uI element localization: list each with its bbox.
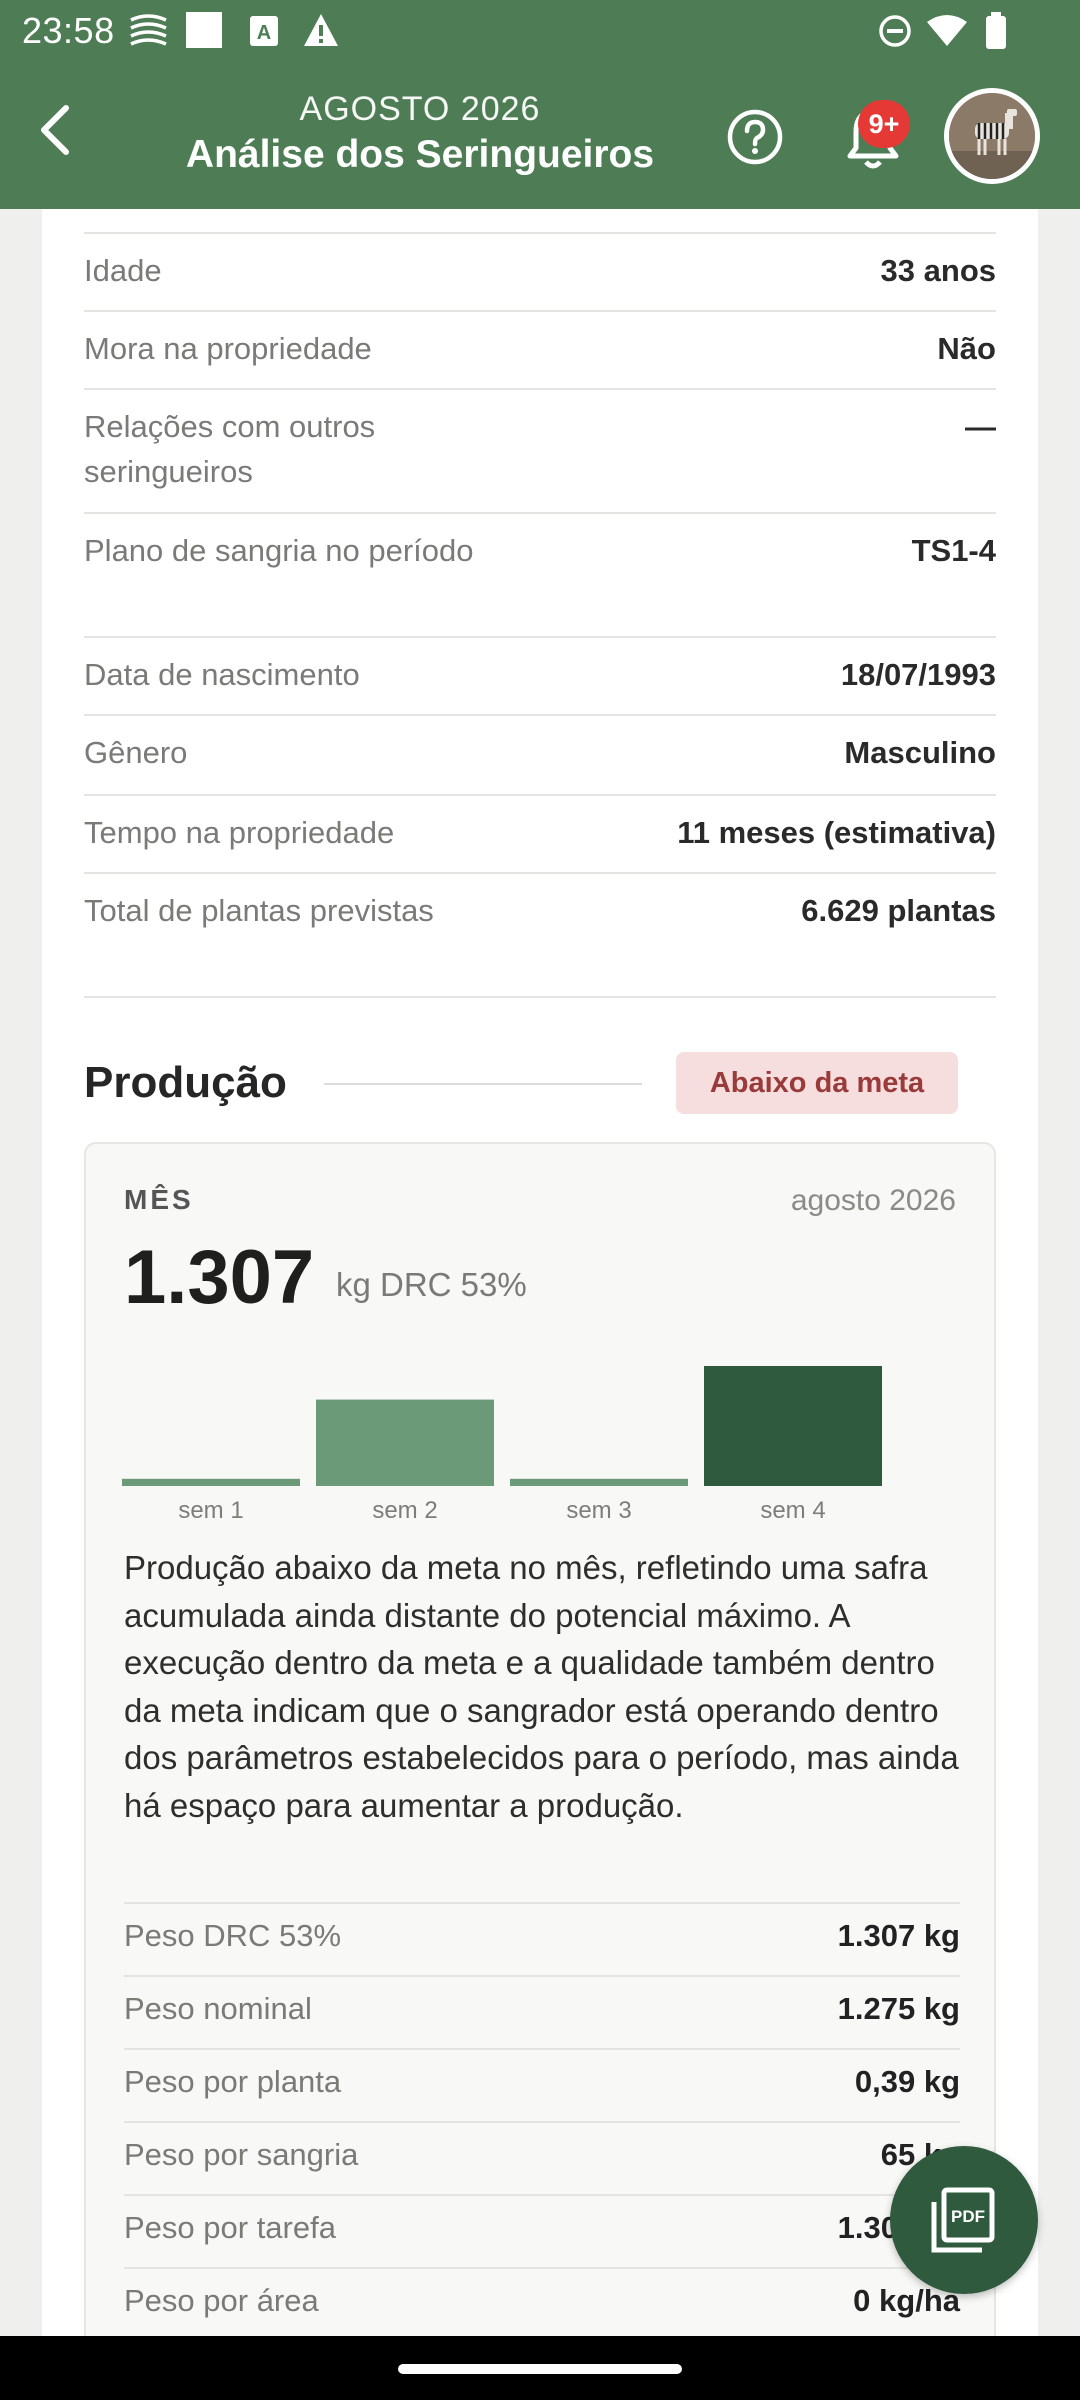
info-value: TS1-4 <box>911 533 996 568</box>
info-label: Plano de sangria no período <box>84 533 474 568</box>
section-title-producao: Produção <box>84 1058 287 1107</box>
metric-row: Peso nominal 1.275 kg <box>124 1975 960 2048</box>
info-value: Masculino <box>844 735 996 770</box>
back-arrow-icon[interactable] <box>22 94 94 166</box>
production-unit: kg DRC 53% <box>336 1266 527 1303</box>
status-bar: 23:58 A <box>0 0 1080 62</box>
info-value: — <box>965 409 996 444</box>
metric-value: 0,39 kg <box>854 2064 960 2099</box>
svg-text:A: A <box>257 22 271 44</box>
metric-value: 1.307 kg <box>837 1918 960 1953</box>
pdf-icon: PDF <box>931 2187 995 2253</box>
info-value: 11 meses (estimativa) <box>677 815 996 850</box>
weekly-production-chart: sem 1 sem 2 sem 3 sem 4 <box>122 1366 882 1524</box>
warning-icon <box>304 14 338 46</box>
wifi-icon <box>927 15 967 46</box>
production-description: Produção abaixo da meta no mês, refletin… <box>124 1549 959 1824</box>
metric-row: Peso DRC 53% 1.307 kg <box>124 1902 960 1975</box>
seringueiro-card: Idade 33 anos Mora na propriedade Não Re… <box>42 150 1038 2400</box>
info-label: Tempo na propriedade <box>84 815 395 850</box>
info-value: 18/07/1993 <box>840 657 996 692</box>
info-row-idade: Idade 33 anos <box>84 232 996 310</box>
info-label: Idade <box>84 253 162 288</box>
status-time: 23:58 <box>22 10 115 51</box>
production-summary-box: MÊS agosto 2026 1.307 kg DRC 53% sem 1 se… <box>84 1142 996 2400</box>
export-pdf-button[interactable]: PDF <box>890 2146 1038 2294</box>
chart-bar-sem-4 <box>704 1366 882 1486</box>
info-row-relacoes: Relações com outros seringueiros — <box>84 388 996 512</box>
status-badge: Abaixo da meta <box>676 1052 958 1114</box>
chart-bar-sem-3 <box>510 1478 688 1486</box>
info-row-genero: Gênero Masculino <box>84 714 996 794</box>
info-value: 6.629 plantas <box>801 893 996 928</box>
metric-label: Peso nominal <box>124 1991 312 2026</box>
info-row-plano-sangria: Plano de sangria no período TS1-4 <box>84 512 996 636</box>
metric-value: 1.275 kg <box>837 1991 960 2026</box>
help-icon[interactable] <box>726 108 784 166</box>
period-label: MÊS <box>124 1184 194 1215</box>
metric-row: Peso por sangria 65 kg <box>124 2121 960 2194</box>
metric-row: Peso por área 0 kg/ha <box>124 2267 960 2340</box>
info-label: Gênero <box>84 735 188 770</box>
chart-bar-sem-2 <box>316 1399 494 1486</box>
system-nav-bar <box>0 2336 1080 2400</box>
info-row-mora: Mora na propriedade Não <box>84 310 996 388</box>
user-avatar[interactable] <box>944 88 1040 184</box>
info-label: Data de nascimento <box>84 657 360 692</box>
info-value: 33 anos <box>880 253 996 288</box>
production-total: 1.307 <box>124 1235 315 1320</box>
app-bar: AGOSTO 2026 Análise dos Seringueiros 9+ <box>0 62 1080 209</box>
chart-x-tick-label: sem 1 <box>178 1497 243 1524</box>
chart-x-tick-label: sem 2 <box>372 1497 437 1524</box>
chart-x-tick-label: sem 4 <box>760 1497 825 1524</box>
period-value: agosto 2026 <box>790 1184 956 1217</box>
info-label: Total de plantas previstas <box>84 893 434 928</box>
metric-label: Peso por sangria <box>124 2137 359 2172</box>
translate-icon: A <box>250 16 278 46</box>
section-divider <box>324 1083 642 1085</box>
notification-badge: 9+ <box>858 100 910 148</box>
metric-label: Peso por área <box>124 2283 319 2318</box>
info-row-nascimento: Data de nascimento 18/07/1993 <box>84 636 996 714</box>
data-saver-icon <box>130 14 167 46</box>
metric-label: Peso por planta <box>124 2064 342 2099</box>
svg-text:PDF: PDF <box>951 2207 985 2226</box>
app-header: 23:58 A AGOSTO 2026 Análise dos Seringue… <box>0 0 1080 209</box>
metric-row: Peso por tarefa 1.307 kg <box>124 2194 960 2267</box>
page-title: Análise dos Seringueiros <box>185 133 655 176</box>
info-row-total-plantas: Total de plantas previstas 6.629 plantas <box>84 872 996 998</box>
do-not-disturb-icon <box>879 15 911 47</box>
chart-x-tick-label: sem 3 <box>566 1497 631 1524</box>
metric-row: Peso por planta 0,39 kg <box>124 2048 960 2121</box>
chart-bar-sem-1 <box>122 1478 300 1486</box>
info-label: Mora na propriedade <box>84 331 372 366</box>
metric-label: Peso DRC 53% <box>124 1918 342 1953</box>
info-row-tempo: Tempo na propriedade 11 meses (estimativ… <box>84 794 996 872</box>
notification-square-icon <box>186 12 222 48</box>
info-value: Não <box>937 331 996 366</box>
battery-icon <box>986 12 1006 49</box>
info-label: Relações com outros seringueiros <box>84 409 376 489</box>
zebra-avatar-image <box>949 93 1035 179</box>
metric-label: Peso por tarefa <box>124 2210 336 2245</box>
page-subtitle: AGOSTO 2026 <box>299 90 541 128</box>
home-gesture-handle[interactable] <box>398 2364 682 2374</box>
page-title-block: AGOSTO 2026 Análise dos Seringueiros <box>150 90 690 177</box>
